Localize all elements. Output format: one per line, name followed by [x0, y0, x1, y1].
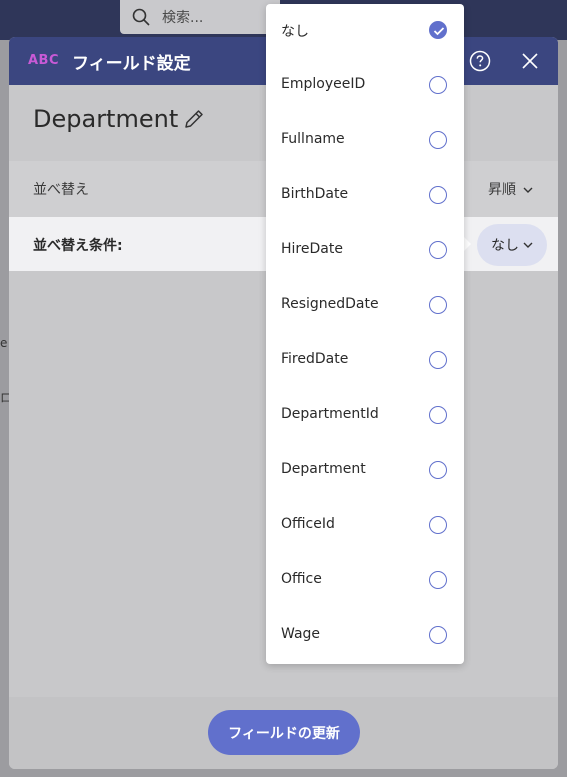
- dropdown-option[interactable]: HireDate: [266, 224, 464, 279]
- radio-unchecked-icon[interactable]: [429, 186, 447, 204]
- text-type-icon: ABC: [28, 53, 60, 68]
- radio-checked-icon[interactable]: [429, 21, 447, 39]
- background-search-box: 検索...: [120, 0, 280, 34]
- dropdown-option-label: ResignedDate: [281, 296, 379, 312]
- dropdown-option[interactable]: Office: [266, 554, 464, 609]
- pencil-icon[interactable]: [183, 108, 205, 130]
- dropdown-option[interactable]: なし: [266, 4, 464, 59]
- dialog-title: フィールド設定: [72, 54, 191, 74]
- chevron-down-icon: [523, 187, 533, 193]
- search-icon: [132, 8, 150, 26]
- close-icon[interactable]: [519, 50, 541, 72]
- dropdown-pointer: [463, 236, 471, 252]
- radio-unchecked-icon[interactable]: [429, 296, 447, 314]
- radio-unchecked-icon[interactable]: [429, 76, 447, 94]
- sort-by-label: 並べ替え条件:: [33, 238, 123, 254]
- radio-unchecked-icon[interactable]: [429, 516, 447, 534]
- dropdown-option[interactable]: BirthDate: [266, 169, 464, 224]
- sort-order-select[interactable]: 昇順: [488, 179, 533, 199]
- dropdown-option-label: Department: [281, 461, 366, 477]
- dropdown-option[interactable]: Wage: [266, 609, 464, 664]
- dropdown-option[interactable]: Department: [266, 444, 464, 499]
- dropdown-option-label: OfficeId: [281, 516, 335, 532]
- dropdown-option[interactable]: FiredDate: [266, 334, 464, 389]
- sort-order-value: 昇順: [488, 182, 516, 198]
- dropdown-option-label: DepartmentId: [281, 406, 379, 422]
- radio-unchecked-icon[interactable]: [429, 406, 447, 424]
- radio-unchecked-icon[interactable]: [429, 351, 447, 369]
- radio-unchecked-icon[interactable]: [429, 241, 447, 259]
- sort-label: 並べ替え: [33, 182, 89, 198]
- sort-by-dropdown: なし EmployeeID Fullname BirthDate HireDate Res…: [266, 4, 464, 664]
- dropdown-option[interactable]: DepartmentId: [266, 389, 464, 444]
- checkmark-icon: [433, 27, 445, 36]
- search-placeholder: 検索...: [162, 10, 204, 26]
- dropdown-option-label: なし: [281, 24, 309, 40]
- help-icon[interactable]: [469, 50, 491, 72]
- dropdown-option[interactable]: Fullname: [266, 114, 464, 169]
- dropdown-option-label: Office: [281, 571, 322, 587]
- dropdown-option-label: HireDate: [281, 241, 343, 257]
- dropdown-option-label: FiredDate: [281, 351, 349, 367]
- update-field-button[interactable]: フィールドの更新: [208, 710, 360, 755]
- dropdown-option-label: Fullname: [281, 131, 345, 147]
- background-fragment: e: [0, 336, 8, 350]
- field-name: Department: [33, 105, 179, 133]
- dropdown-option-label: EmployeeID: [281, 76, 366, 92]
- dropdown-option-label: BirthDate: [281, 186, 349, 202]
- radio-unchecked-icon[interactable]: [429, 571, 447, 589]
- chevron-down-icon: [523, 242, 533, 248]
- dropdown-option[interactable]: ResignedDate: [266, 279, 464, 334]
- radio-unchecked-icon[interactable]: [429, 461, 447, 479]
- dropdown-option-label: Wage: [281, 626, 321, 642]
- sort-by-value: なし: [491, 238, 519, 254]
- dialog-footer: フィールドの更新: [9, 697, 558, 769]
- dropdown-option[interactable]: OfficeId: [266, 499, 464, 554]
- radio-unchecked-icon[interactable]: [429, 131, 447, 149]
- dropdown-option[interactable]: EmployeeID: [266, 59, 464, 114]
- sort-by-select[interactable]: なし: [477, 224, 547, 266]
- radio-unchecked-icon[interactable]: [429, 626, 447, 644]
